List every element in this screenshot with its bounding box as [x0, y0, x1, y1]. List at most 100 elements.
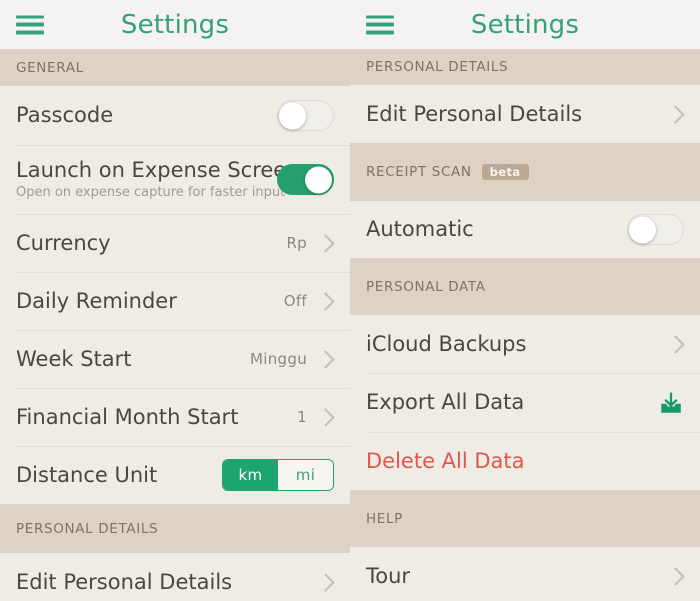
- row-tour[interactable]: Tour: [350, 547, 700, 601]
- row-text: Distance Unit: [16, 463, 222, 487]
- row-daily-reminder[interactable]: Daily Reminder Off: [0, 272, 350, 330]
- automatic-receipt-scan-toggle[interactable]: [627, 214, 684, 245]
- row-control: [277, 100, 334, 131]
- row-control: [667, 570, 684, 583]
- section-header-help: HELP: [350, 490, 700, 547]
- page-title: Settings: [0, 10, 350, 40]
- settings-screen-left: Settings GENERAL Passcode Launch on Expe…: [0, 0, 350, 601]
- row-title: Financial Month Start: [16, 405, 297, 429]
- row-title: Currency: [16, 231, 286, 255]
- row-distance-unit[interactable]: Distance Unit km mi: [0, 446, 350, 504]
- chevron-right-icon: [316, 350, 334, 368]
- segment-mi[interactable]: mi: [278, 460, 333, 490]
- navbar-left: Settings: [0, 0, 350, 49]
- row-control: km mi: [222, 459, 334, 491]
- row-passcode[interactable]: Passcode: [0, 86, 350, 145]
- row-title: Daily Reminder: [16, 289, 284, 313]
- hamburger-bar: [366, 15, 394, 19]
- hamburger-menu-icon[interactable]: [366, 15, 394, 34]
- row-text: Daily Reminder: [16, 289, 284, 313]
- row-currency[interactable]: Currency Rp: [0, 214, 350, 272]
- section-header-label: PERSONAL DATA: [366, 279, 486, 295]
- row-text: Automatic: [366, 217, 627, 241]
- row-control: [667, 338, 684, 351]
- chevron-right-icon: [316, 234, 334, 252]
- row-value: Rp: [286, 234, 307, 252]
- row-text: Launch on Expense Screen Open on expense…: [16, 158, 277, 201]
- row-text: Delete All Data: [366, 449, 684, 473]
- row-title: Edit Personal Details: [16, 570, 317, 594]
- row-text: Currency: [16, 231, 286, 255]
- row-week-start[interactable]: Week Start Minggu: [0, 330, 350, 388]
- segment-km[interactable]: km: [223, 460, 278, 490]
- row-text: Passcode: [16, 103, 277, 127]
- row-text: Week Start: [16, 347, 250, 371]
- section-header-label: PERSONAL DETAILS: [366, 59, 508, 75]
- hamburger-bar: [16, 31, 44, 35]
- launch-on-expense-screen-toggle[interactable]: [277, 164, 334, 195]
- row-title: Passcode: [16, 103, 277, 127]
- section-header-receipt-scan: RECEIPT SCAN beta: [350, 143, 700, 201]
- chevron-right-icon: [666, 105, 684, 123]
- row-title: Week Start: [16, 347, 250, 371]
- beta-badge: beta: [482, 164, 529, 181]
- row-text: Financial Month Start: [16, 405, 297, 429]
- row-automatic[interactable]: Automatic: [350, 201, 700, 258]
- section-header-personal-details: PERSONAL DETAILS: [0, 504, 350, 553]
- hamburger-bar: [16, 15, 44, 19]
- row-title: Automatic: [366, 217, 627, 241]
- row-title: Delete All Data: [366, 449, 684, 473]
- chevron-right-icon: [666, 567, 684, 585]
- row-title: Tour: [366, 564, 667, 588]
- navbar-right: Settings: [350, 0, 700, 49]
- row-icloud-backups[interactable]: iCloud Backups: [350, 315, 700, 373]
- settings-screen-right: Settings PERSONAL DETAILS Edit Personal …: [350, 0, 700, 601]
- row-value: Minggu: [250, 350, 307, 368]
- hamburger-bar: [16, 23, 44, 27]
- export-download-tray-icon[interactable]: [658, 390, 684, 416]
- row-title: Edit Personal Details: [366, 102, 667, 126]
- settings-screens-pair: Settings GENERAL Passcode Launch on Expe…: [0, 0, 700, 601]
- row-text: Export All Data: [366, 390, 658, 414]
- row-value: 1: [297, 408, 307, 426]
- row-control: [627, 214, 684, 245]
- toggle-knob: [279, 102, 306, 129]
- passcode-toggle[interactable]: [277, 100, 334, 131]
- row-control: Minggu: [250, 350, 334, 368]
- page-title: Settings: [350, 10, 700, 40]
- distance-unit-segmented-control[interactable]: km mi: [222, 459, 334, 491]
- hamburger-bar: [366, 31, 394, 35]
- section-header-label: PERSONAL DETAILS: [16, 521, 158, 537]
- section-header-personal-details: PERSONAL DETAILS: [350, 49, 700, 85]
- hamburger-menu-icon[interactable]: [16, 15, 44, 34]
- row-title: iCloud Backups: [366, 332, 667, 356]
- section-header-label: RECEIPT SCAN: [366, 164, 472, 180]
- row-title: Export All Data: [366, 390, 658, 414]
- section-header-label: GENERAL: [16, 60, 84, 76]
- hamburger-bar: [366, 23, 394, 27]
- row-control: Off: [284, 292, 334, 310]
- row-text: Edit Personal Details: [366, 102, 667, 126]
- row-control: Rp: [286, 234, 334, 252]
- row-control: [317, 576, 334, 589]
- row-subtitle: Open on expense capture for faster input: [16, 186, 277, 201]
- chevron-right-icon: [316, 408, 334, 426]
- row-financial-month-start[interactable]: Financial Month Start 1: [0, 388, 350, 446]
- row-text: Edit Personal Details: [16, 570, 317, 594]
- chevron-right-icon: [666, 335, 684, 353]
- row-control: [277, 164, 334, 195]
- row-export-all-data[interactable]: Export All Data: [350, 373, 700, 432]
- row-edit-personal-details[interactable]: Edit Personal Details: [0, 553, 350, 601]
- row-control: [667, 108, 684, 121]
- row-control: 1: [297, 408, 334, 426]
- section-header-personal-data: PERSONAL DATA: [350, 258, 700, 315]
- section-header-general: GENERAL: [0, 49, 350, 86]
- chevron-right-icon: [316, 292, 334, 310]
- toggle-knob: [629, 216, 656, 243]
- row-launch-on-expense-screen[interactable]: Launch on Expense Screen Open on expense…: [0, 145, 350, 214]
- row-edit-personal-details[interactable]: Edit Personal Details: [350, 85, 700, 143]
- row-value: Off: [284, 292, 307, 310]
- row-delete-all-data[interactable]: Delete All Data: [350, 432, 700, 490]
- row-title: Launch on Expense Screen: [16, 158, 277, 182]
- section-header-label: HELP: [366, 511, 403, 527]
